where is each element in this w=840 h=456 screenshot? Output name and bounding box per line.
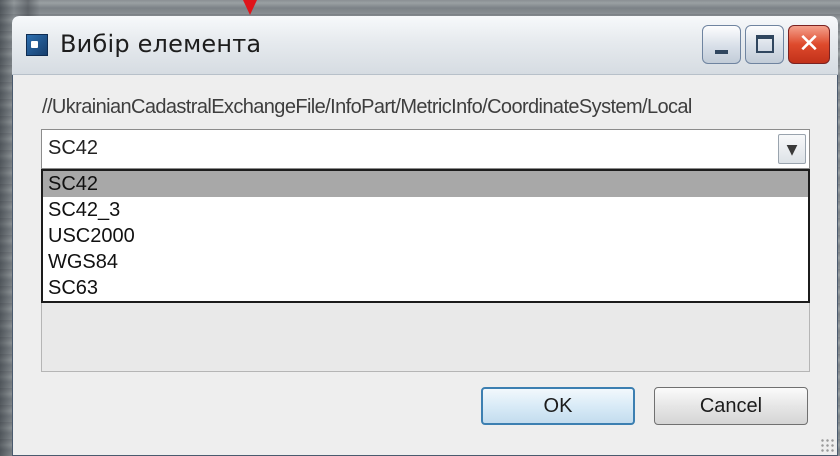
- select-element-dialog: Вибір елемента ✕ //UkrainianCadastralExc…: [12, 16, 838, 456]
- close-button[interactable]: ✕: [788, 25, 830, 64]
- maximize-button[interactable]: [745, 25, 784, 64]
- coordinate-system-combobox[interactable]: SC42 ▼: [41, 129, 810, 169]
- resize-grip-icon[interactable]: [820, 438, 834, 452]
- dropdown-option[interactable]: SC42_3: [43, 197, 808, 223]
- pointer-marker-icon: [243, 0, 257, 15]
- close-icon: ✕: [798, 29, 820, 59]
- dropdown-list[interactable]: SC42 SC42_3 USC2000 WGS84 SC63: [41, 169, 810, 303]
- ok-button[interactable]: OK: [481, 387, 635, 425]
- cancel-button[interactable]: Cancel: [654, 387, 808, 425]
- minimize-button[interactable]: [702, 25, 741, 64]
- app-icon: [26, 34, 48, 56]
- dropdown-option[interactable]: SC42: [43, 171, 808, 197]
- dropdown-option[interactable]: WGS84: [43, 249, 808, 275]
- chevron-down-icon[interactable]: ▼: [778, 134, 806, 164]
- xpath-label: //UkrainianCadastralExchangeFile/InfoPar…: [42, 96, 692, 118]
- dropdown-option[interactable]: USC2000: [43, 223, 808, 249]
- dialog-title: Вибір елемента: [60, 30, 262, 58]
- title-bar[interactable]: Вибір елемента ✕: [12, 16, 838, 75]
- dropdown-option[interactable]: SC63: [43, 275, 808, 301]
- combobox-value: SC42: [48, 137, 99, 159]
